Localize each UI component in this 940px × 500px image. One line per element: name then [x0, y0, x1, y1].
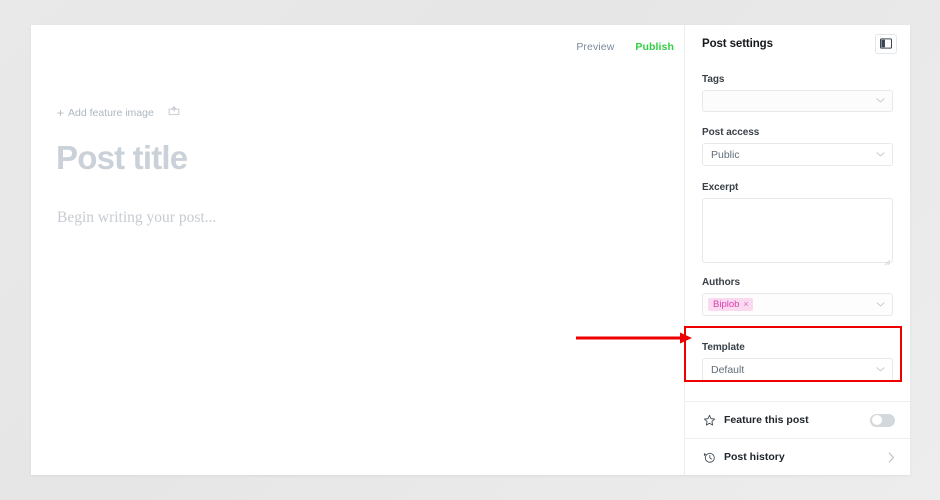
settings-header: Post settings: [685, 25, 910, 67]
settings-panel-title: Post settings: [702, 38, 773, 50]
sidebar-panel-icon: [880, 37, 892, 52]
chevron-down-icon: [876, 298, 885, 310]
authors-field: Authors Biplob ×: [685, 277, 910, 316]
post-access-label: Post access: [702, 127, 893, 138]
excerpt-label: Excerpt: [702, 182, 893, 193]
feature-post-toggle[interactable]: [870, 414, 895, 427]
post-history-label: Post history: [724, 451, 785, 463]
preview-button[interactable]: Preview: [576, 41, 614, 53]
template-select[interactable]: Default: [702, 358, 893, 381]
post-access-select[interactable]: Public: [702, 143, 893, 166]
editor-header-actions: Preview Publish: [576, 36, 674, 58]
template-field: Template Default: [685, 332, 910, 393]
sidebar-panel-icon-button[interactable]: [875, 34, 897, 54]
chevron-down-icon: [876, 94, 885, 106]
feature-post-toggle-wrap: [870, 414, 895, 427]
post-access-value: Public: [711, 149, 740, 161]
authors-select[interactable]: Biplob ×: [702, 293, 893, 316]
add-feature-image-label: Add feature image: [68, 107, 154, 119]
chevron-right-icon: [888, 452, 895, 463]
tags-field: Tags: [685, 74, 910, 112]
chevron-down-icon: [876, 148, 885, 160]
editor-window: Preview Publish + Add feature image Post…: [31, 25, 910, 475]
tags-label: Tags: [702, 74, 893, 85]
authors-label: Authors: [702, 277, 893, 288]
star-icon: [702, 414, 716, 427]
add-feature-image-button[interactable]: + Add feature image: [57, 107, 154, 119]
post-settings-sidebar: Post settings Tags: [684, 25, 910, 475]
template-value: Default: [711, 364, 744, 376]
publish-button[interactable]: Publish: [635, 41, 674, 53]
settings-rows: Feature this post Post history: [685, 401, 910, 475]
chevron-down-icon: [876, 363, 885, 375]
plus-icon: +: [57, 107, 64, 119]
post-access-field: Post access Public: [685, 127, 910, 166]
feature-image-row: + Add feature image: [57, 104, 180, 122]
tags-select[interactable]: [702, 90, 893, 112]
history-clock-icon: [702, 451, 716, 464]
post-title-input[interactable]: Post title: [56, 138, 187, 178]
author-chip-label: Biplob: [713, 300, 739, 310]
template-label: Template: [702, 342, 893, 353]
excerpt-field: Excerpt: [685, 182, 910, 263]
feature-this-post-label: Feature this post: [724, 414, 809, 426]
author-chip[interactable]: Biplob ×: [708, 298, 753, 312]
upload-image-icon[interactable]: [168, 104, 180, 122]
author-chip-remove-icon[interactable]: ×: [743, 300, 748, 309]
post-body-input[interactable]: Begin writing your post...: [57, 208, 216, 228]
post-editor-pane: Preview Publish + Add feature image Post…: [31, 25, 684, 475]
post-history-row[interactable]: Post history: [685, 438, 910, 475]
feature-this-post-row[interactable]: Feature this post: [685, 401, 910, 438]
excerpt-textarea[interactable]: [702, 198, 893, 263]
